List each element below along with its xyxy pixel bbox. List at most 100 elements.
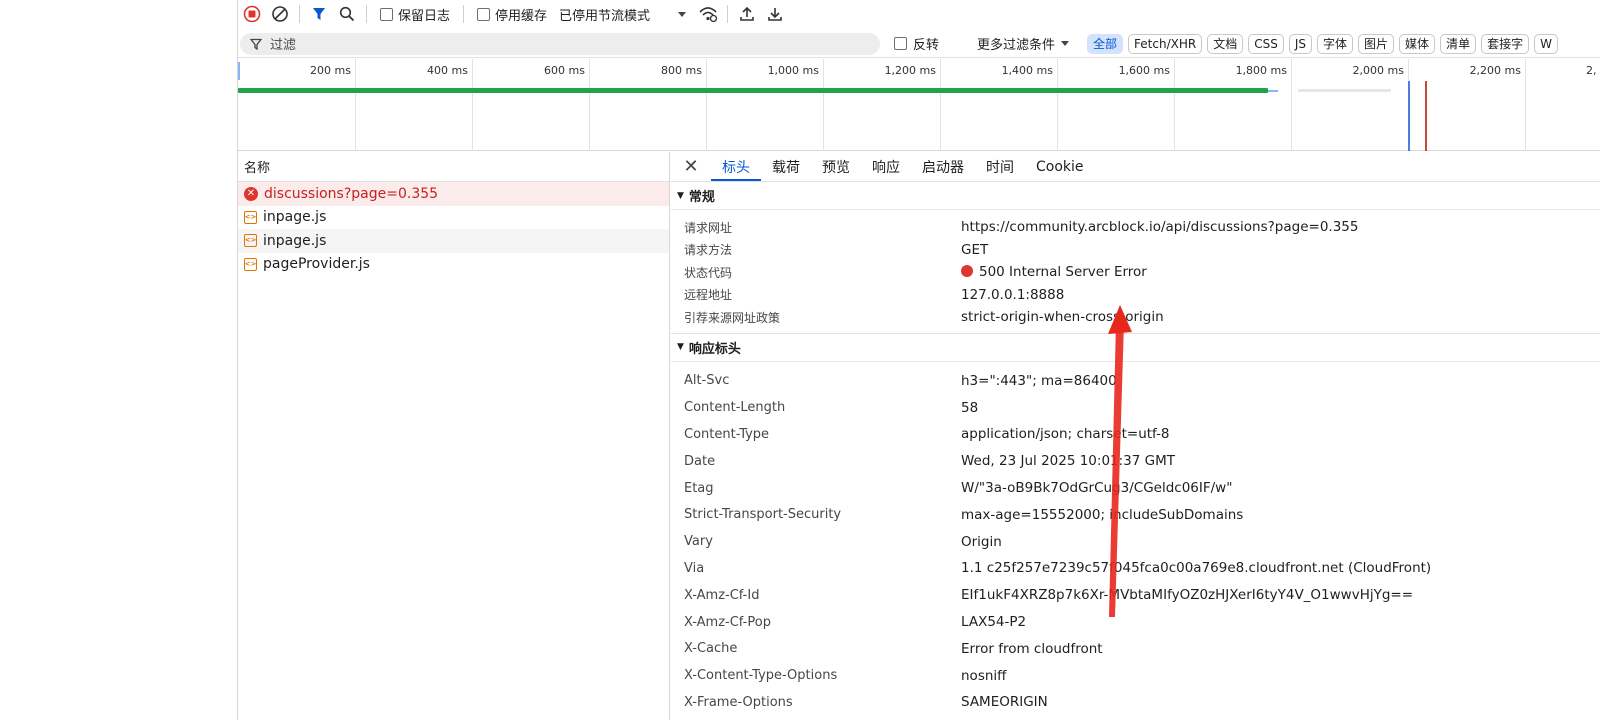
response-headers-title: 响应标头 — [688, 341, 741, 357]
tab-payload[interactable]: 载荷 — [761, 152, 811, 181]
response-header-row: Alt-Svc h3=":443"; ma=86400 — [671, 368, 1600, 395]
chevron-down-icon — [1061, 41, 1070, 46]
tab-headers[interactable]: 标头 — [711, 152, 761, 181]
timeline-grid-line — [706, 59, 707, 151]
throttling-select[interactable]: 已停用节流模式 — [559, 5, 687, 24]
response-header-row: Strict-Transport-Security max-age=1555200… — [671, 501, 1600, 528]
tab-timing[interactable]: 时间 — [975, 152, 1025, 181]
close-icon[interactable]: ✕ — [671, 152, 711, 181]
chip-socket[interactable]: 套接字 — [1481, 33, 1530, 54]
tab-cookies[interactable]: Cookie — [1025, 152, 1095, 181]
script-file-icon: <> — [244, 210, 257, 224]
chip-fetch-xhr[interactable]: Fetch/XHR — [1128, 33, 1203, 54]
header-key: X-Content-Type-Options — [684, 668, 838, 684]
timeline-grid-line — [1525, 59, 1526, 151]
header-value: 58 — [961, 399, 979, 416]
response-header-row: X-Amz-Cf-Pop LAX54-P2 — [671, 609, 1600, 636]
export-har-download-icon[interactable] — [761, 0, 789, 28]
checkbox-box[interactable] — [477, 7, 491, 21]
timeline-tick-label: 1,000 ms — [767, 64, 819, 77]
general-section-toggle[interactable]: ▼ 常规 — [671, 182, 1600, 210]
timeline-tick-label: 2,000 ms — [1352, 64, 1404, 77]
request-row[interactable]: <> inpage.js — [238, 206, 669, 230]
header-key: X-Amz-Cf-Pop — [684, 614, 771, 630]
overview-timeline[interactable]: 200 ms 400 ms 600 ms 800 ms 1,000 ms 1,2… — [238, 59, 1600, 151]
network-conditions-icon[interactable] — [694, 0, 722, 28]
tab-response[interactable]: 响应 — [861, 152, 911, 181]
timeline-start-marker — [238, 62, 240, 80]
response-header-row: Content-Type application/json; charset=ut… — [671, 421, 1600, 448]
header-key: 请求网址 — [684, 220, 733, 235]
header-value: Origin — [961, 533, 1002, 550]
clear-icon[interactable] — [266, 0, 294, 28]
network-toolbar: 保留日志 停用缓存 已停用节流模式 — [238, 0, 1600, 28]
chip-media[interactable]: 媒体 — [1399, 33, 1436, 54]
import-har-upload-icon[interactable] — [733, 0, 761, 28]
request-details-panel: ✕ 标头 载荷 预览 响应 启动器 时间 Cookie ▼ 常规 请求网址 ht… — [671, 152, 1600, 720]
chevron-down-icon — [678, 11, 687, 17]
request-row[interactable]: <> pageProvider.js — [238, 253, 669, 277]
timeline-tick-label: 400 ms — [427, 64, 468, 77]
header-value: strict-origin-when-cross-origin — [961, 309, 1164, 326]
invert-checkbox[interactable]: 反转 — [894, 34, 939, 53]
status-code-value: 500 Internal Server Error — [961, 264, 1147, 280]
response-header-row: Vary Origin — [671, 528, 1600, 555]
header-value: W/"3a-oB9Bk7OdGrCug3/CGeldc06IF/w" — [961, 480, 1233, 497]
chip-font[interactable]: 字体 — [1317, 33, 1354, 54]
header-key: Strict-Transport-Security — [684, 507, 842, 523]
chip-all[interactable]: 全部 — [1087, 33, 1124, 54]
filter-bar: 过滤 反转 更多过滤条件 全部 Fetch/XHR 文档 CSS JS 字体 图… — [238, 30, 1600, 58]
tab-initiator[interactable]: 启动器 — [911, 152, 975, 181]
timeline-grid-line — [940, 59, 941, 151]
toolbar-divider — [463, 5, 465, 23]
chip-manifest[interactable]: 清单 — [1440, 33, 1477, 54]
timeline-tick-label: 600 ms — [544, 64, 585, 77]
timeline-tick-label: 1,800 ms — [1235, 64, 1287, 77]
waterfall-bar — [238, 88, 1268, 93]
header-key: Etag — [684, 480, 714, 496]
timeline-tick-label: 1,200 ms — [884, 64, 936, 77]
preserve-log-label: 保留日志 — [398, 8, 451, 24]
response-headers-section-toggle[interactable]: ▼ 响应标头 — [671, 334, 1600, 362]
filter-placeholder: 过滤 — [270, 38, 297, 53]
header-value: 1.1 c25f257e7239c57f045fca0c00a769e8.clo… — [961, 560, 1432, 577]
request-row[interactable]: <> inpage.js — [238, 229, 669, 253]
checkbox-box[interactable] — [380, 7, 393, 21]
disable-cache-checkbox[interactable]: 停用缓存 — [477, 5, 547, 24]
chip-css[interactable]: CSS — [1248, 33, 1284, 54]
general-row: 状态代码 500 Internal Server Error — [671, 261, 1600, 284]
general-row: 引荐来源网址政策 strict-origin-when-cross-origin — [671, 306, 1600, 329]
chip-img[interactable]: 图片 — [1358, 33, 1395, 54]
header-value: LAX54-P2 — [961, 614, 1027, 631]
header-value: https://community.arcblock.io/api/discus… — [961, 219, 1359, 236]
general-row: 请求方法 GET — [671, 239, 1600, 262]
name-column-header[interactable]: 名称 — [238, 152, 669, 182]
filter-input[interactable]: 过滤 — [240, 32, 880, 55]
header-value: SAMEORIGIN — [961, 694, 1048, 711]
chip-wasm[interactable]: W — [1534, 33, 1558, 54]
more-filters-dropdown[interactable]: 更多过滤条件 — [977, 34, 1070, 53]
request-row[interactable]: ✕ discussions?page=0.355 — [238, 182, 669, 206]
chip-js[interactable]: JS — [1288, 33, 1313, 54]
general-section-title: 常规 — [688, 190, 715, 205]
search-icon[interactable] — [333, 0, 361, 28]
toolbar-divider — [366, 5, 367, 23]
filter-funnel-icon[interactable] — [305, 0, 333, 28]
throttling-value: 已停用节流模式 — [559, 8, 651, 24]
header-value: h3=":443"; ma=86400 — [961, 372, 1117, 389]
status-code-text: 500 Internal Server Error — [979, 264, 1147, 281]
timeline-grid-line — [355, 59, 356, 151]
chip-doc[interactable]: 文档 — [1207, 33, 1244, 54]
general-section-body: 请求网址 https://community.arcblock.io/api/d… — [671, 210, 1600, 334]
header-key: 状态代码 — [684, 265, 733, 280]
dom-content-loaded-line — [1408, 81, 1410, 151]
response-header-row: Etag W/"3a-oB9Bk7OdGrCug3/CGeldc06IF/w" — [671, 475, 1600, 502]
tab-preview[interactable]: 预览 — [811, 152, 861, 181]
preserve-log-checkbox[interactable]: 保留日志 — [380, 5, 450, 24]
record-stop-icon[interactable] — [238, 0, 266, 28]
checkbox-box[interactable] — [894, 37, 907, 50]
triangle-down-icon: ▼ — [677, 342, 684, 352]
timeline-grid-line — [1291, 59, 1292, 151]
response-header-row: X-Cache Error from cloudfront — [671, 635, 1600, 662]
header-key: 远程地址 — [684, 288, 733, 303]
